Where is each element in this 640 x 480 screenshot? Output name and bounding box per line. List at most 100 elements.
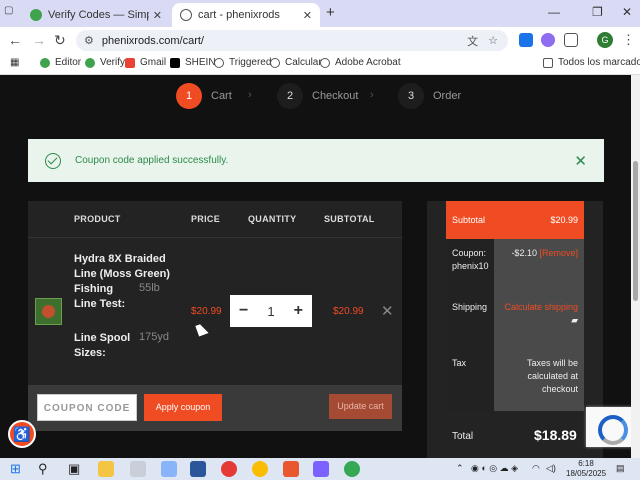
extension-purple-icon[interactable] bbox=[541, 33, 555, 47]
back-icon[interactable]: ← bbox=[8, 32, 22, 48]
checkout-steps: 1 Cart › 2 Checkout › 3 Order bbox=[0, 83, 640, 109]
decrease-quantity-button[interactable]: − bbox=[239, 302, 248, 320]
bookmark-calcular[interactable]: Calcular bbox=[270, 57, 322, 68]
file-explorer-icon[interactable] bbox=[98, 461, 114, 477]
translate-icon[interactable]: 文 bbox=[467, 33, 478, 49]
step-label: Cart bbox=[211, 90, 232, 102]
page-scrollbar[interactable] bbox=[631, 75, 640, 458]
coupon-row: Coupon: phenix10 -$2.10 [Remove] bbox=[446, 239, 584, 293]
opera-icon[interactable] bbox=[221, 461, 237, 477]
coupon-label-text: Coupon: bbox=[452, 248, 487, 258]
bookmark-label: Editor bbox=[55, 57, 82, 68]
bookmark-label: Verify bbox=[100, 57, 126, 68]
subtotal-row: Subtotal $20.99 bbox=[446, 201, 584, 239]
step-number: 1 bbox=[176, 83, 202, 109]
chrome-icon[interactable] bbox=[252, 461, 268, 477]
url-text: phenixrods.com/cart/ bbox=[101, 34, 204, 47]
extension-sheets-icon[interactable] bbox=[519, 33, 533, 47]
reload-icon[interactable]: ↻ bbox=[54, 32, 66, 49]
bookmark-editor[interactable]: Editor bbox=[40, 57, 81, 68]
close-notice-icon[interactable]: ✕ bbox=[574, 152, 587, 170]
bookmark-adobe-acrobat[interactable]: Adobe Acrobat bbox=[320, 57, 401, 68]
all-bookmarks[interactable]: Todos los marcadores bbox=[543, 57, 640, 68]
product-attr-label: Line Spool Sizes: bbox=[74, 332, 131, 359]
cart-table-header: PRODUCT PRICE QUANTITY SUBTOTAL bbox=[28, 201, 402, 238]
cart-actions: COUPON CODE Apply coupon Update cart bbox=[28, 385, 402, 431]
coupon-code-input[interactable]: COUPON CODE bbox=[37, 394, 137, 421]
bookmark-label: Adobe Acrobat bbox=[335, 57, 401, 68]
bookmark-star-icon[interactable]: ☆ bbox=[488, 34, 498, 47]
step-label: Checkout bbox=[312, 90, 359, 102]
coupon-success-notice: Coupon code applied successfully. ✕ bbox=[28, 139, 604, 182]
product-name[interactable]: Hydra 8X Braided Line (Moss Green) bbox=[74, 252, 179, 282]
product-thumbnail[interactable] bbox=[35, 298, 62, 325]
close-window-icon[interactable]: ✕ bbox=[622, 5, 632, 19]
calculate-shipping-link[interactable]: Calculate shipping bbox=[504, 302, 578, 312]
system-clock[interactable]: 6:18 18/05/2025 bbox=[566, 459, 606, 479]
quantity-value[interactable]: 1 bbox=[267, 304, 274, 319]
app-icon[interactable] bbox=[313, 461, 329, 477]
editor-icon bbox=[40, 57, 50, 68]
tax-row: Tax Taxes will be calculated at checkout bbox=[446, 349, 584, 411]
bookmark-gmail[interactable]: Gmail bbox=[125, 57, 166, 68]
recaptcha-badge-icon[interactable] bbox=[586, 407, 632, 447]
chrome-active-icon[interactable] bbox=[344, 461, 360, 477]
folder-icon bbox=[543, 57, 553, 68]
task-view-icon[interactable]: ▣ bbox=[68, 461, 80, 477]
close-tab-icon[interactable]: ✕ bbox=[153, 9, 162, 22]
site-info-icon[interactable]: ⚙ bbox=[84, 34, 94, 47]
mouse-app-icon[interactable] bbox=[130, 461, 146, 477]
maximize-icon[interactable]: ❐ bbox=[592, 5, 603, 19]
snipping-tool-icon[interactable] bbox=[161, 461, 177, 477]
browser-menu-icon[interactable]: ⋮ bbox=[622, 32, 635, 48]
windows-start-icon[interactable]: ⊞ bbox=[10, 461, 21, 477]
verify-icon bbox=[85, 57, 95, 68]
minimize-icon[interactable]: — bbox=[548, 5, 560, 19]
forward-icon[interactable]: → bbox=[32, 32, 46, 48]
accessibility-icon[interactable]: ♿ bbox=[8, 420, 36, 448]
item-subtotal: $20.99 bbox=[333, 306, 364, 317]
tab-search-icon[interactable]: ▢ bbox=[4, 5, 18, 21]
truck-icon: ▰ bbox=[571, 315, 578, 325]
coupon-label: Coupon: phenix10 bbox=[446, 239, 494, 293]
tab-cart[interactable]: cart - phenixrods ✕ bbox=[172, 3, 320, 27]
profile-avatar[interactable]: G bbox=[597, 32, 613, 48]
increase-quantity-button[interactable]: + bbox=[294, 302, 303, 320]
step-number: 3 bbox=[398, 83, 424, 109]
address-bar[interactable]: ⚙ phenixrods.com/cart/ 文 ☆ bbox=[76, 30, 508, 51]
scrollbar-thumb[interactable] bbox=[633, 161, 638, 301]
cart-table: PRODUCT PRICE QUANTITY SUBTOTAL Hydra 8X… bbox=[28, 201, 402, 431]
bookmark-label: Triggered bbox=[229, 57, 272, 68]
tray-apps-icon[interactable]: ◉ ◐ ◎ ☁ ◈ bbox=[471, 463, 518, 474]
tab-verify-codes[interactable]: Verify Codes — SimplyCodes ✕ bbox=[22, 3, 170, 27]
notification-icon[interactable]: ▤ bbox=[616, 463, 625, 474]
product-attr-label: Fishing Line Test: bbox=[74, 283, 126, 310]
volume-icon[interactable]: ◁) bbox=[546, 463, 556, 474]
shipping-value: Calculate shipping ▰ bbox=[494, 293, 584, 349]
wifi-icon[interactable]: ◠ bbox=[532, 463, 540, 474]
apply-coupon-button[interactable]: Apply coupon bbox=[144, 394, 222, 421]
word-icon[interactable] bbox=[190, 461, 206, 477]
remove-coupon-link[interactable]: [Remove] bbox=[539, 248, 578, 258]
clock-date: 18/05/2025 bbox=[566, 469, 607, 478]
apps-grid-icon[interactable]: ▦ bbox=[10, 57, 19, 68]
shipping-row: Shipping Calculate shipping ▰ bbox=[446, 293, 584, 349]
globe-icon bbox=[270, 57, 280, 68]
bookmark-label: SHEIN bbox=[185, 57, 216, 68]
search-icon[interactable]: ⚲ bbox=[38, 461, 48, 477]
update-cart-button[interactable]: Update cart bbox=[329, 394, 392, 419]
bookmark-shein[interactable]: SHEIN bbox=[170, 57, 216, 68]
bookmark-triggered[interactable]: Triggered bbox=[214, 57, 271, 68]
remove-item-icon[interactable]: ✕ bbox=[381, 302, 394, 320]
globe-favicon-icon bbox=[180, 9, 192, 21]
bookmark-label: Todos los marcadores bbox=[558, 57, 640, 68]
shein-icon bbox=[170, 57, 180, 68]
close-tab-icon[interactable]: ✕ bbox=[303, 9, 312, 22]
bookmark-verify[interactable]: Verify bbox=[85, 57, 125, 68]
brave-icon[interactable] bbox=[283, 461, 299, 477]
coupon-value: -$2.10 [Remove] bbox=[494, 239, 584, 293]
tray-chevron-icon[interactable]: ⌃ bbox=[456, 463, 464, 474]
new-tab-icon[interactable]: + bbox=[326, 4, 335, 21]
shipping-label: Shipping bbox=[446, 293, 494, 349]
extensions-puzzle-icon[interactable] bbox=[564, 33, 578, 47]
